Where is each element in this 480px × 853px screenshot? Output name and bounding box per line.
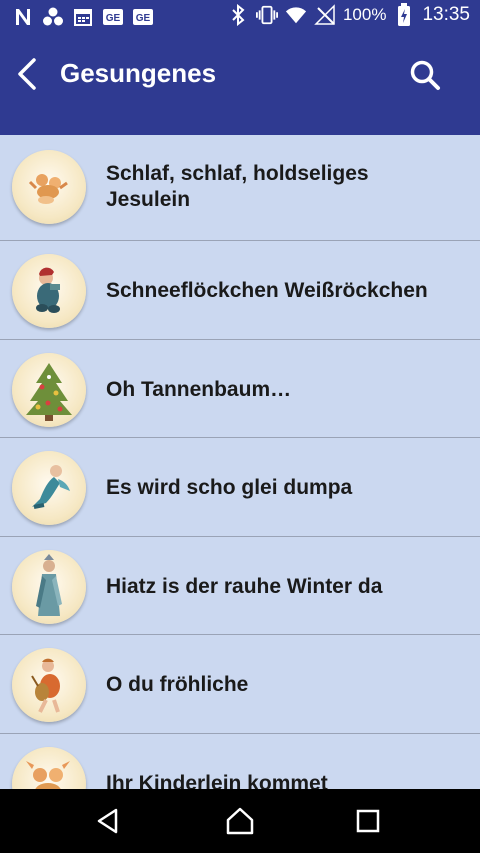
song-title: Es wird scho glei dumpa xyxy=(106,476,353,499)
list-item[interactable]: Schneeflöckchen Weißröckchen xyxy=(0,241,480,340)
song-list[interactable]: Schlaf, schlaf, holdseliges Jesulein Sch… xyxy=(0,135,480,789)
status-right: 100% 13:35 xyxy=(227,3,470,26)
status-bar: GE GE 100% 13:35 xyxy=(0,0,480,34)
song-title: Ihr Kinderlein kommet xyxy=(106,771,328,790)
clock: 13:35 xyxy=(422,4,470,25)
list-item[interactable]: O du fröhliche xyxy=(0,635,480,734)
nav-recents-button[interactable] xyxy=(346,801,390,841)
ge-icon: GE xyxy=(102,6,124,28)
battery-charging-icon xyxy=(393,3,415,26)
page-title: Gesungenes xyxy=(60,58,217,88)
song-title-line1: Schlaf, schlaf, holdseliges xyxy=(106,162,369,185)
song-title: O du fröhliche xyxy=(106,673,249,696)
child-in-snow-thumbnail xyxy=(12,254,86,328)
angel-with-lute-thumbnail xyxy=(12,648,86,722)
list-item[interactable]: Schlaf, schlaf, holdseliges Jesulein xyxy=(0,135,480,241)
cherubs-thumbnail xyxy=(12,746,86,789)
navigation-bar xyxy=(0,789,480,853)
list-item[interactable]: Hiatz is der rauhe Winter da xyxy=(0,536,480,635)
battery-percent: 100% xyxy=(342,5,387,24)
status-left: GE GE xyxy=(12,6,154,28)
ge-icon: GE xyxy=(132,6,154,28)
list-item[interactable]: Ihr Kinderlein kommet xyxy=(0,733,480,790)
app-bar: Gesungenes xyxy=(0,34,480,135)
christmas-tree-thumbnail xyxy=(12,352,86,427)
back-arrow-icon xyxy=(18,58,36,90)
recents-icon xyxy=(356,809,380,833)
svg-text:GE: GE xyxy=(136,13,151,24)
song-title: Schlaf, schlaf, holdseliges Jesulein xyxy=(106,161,450,213)
cherubs-thumbnail xyxy=(12,150,86,224)
song-title: Schneeflöckchen Weißröckchen xyxy=(106,279,428,302)
search-button[interactable] xyxy=(404,54,446,96)
app-cluster-icon xyxy=(42,6,64,28)
home-icon xyxy=(226,807,254,835)
calendar-icon xyxy=(72,6,94,28)
back-button[interactable] xyxy=(10,54,46,94)
back-triangle-icon xyxy=(97,808,118,834)
svg-text:GE: GE xyxy=(106,13,121,24)
song-title-line2: Jesulein xyxy=(106,188,191,211)
bluetooth-icon xyxy=(227,4,249,26)
list-item[interactable]: Oh Tannenbaum… xyxy=(0,339,480,438)
song-title: Hiatz is der rauhe Winter da xyxy=(106,574,383,598)
nav-back-button[interactable] xyxy=(86,801,130,841)
list-item[interactable]: Es wird scho glei dumpa xyxy=(0,438,480,537)
song-title: Oh Tannenbaum… xyxy=(106,377,292,401)
search-icon xyxy=(410,60,440,90)
screen: GE GE 100% 13:35 Gesungenes Schlaf, schl… xyxy=(0,0,480,853)
nav-home-button[interactable] xyxy=(218,801,262,841)
vibrate-icon xyxy=(255,4,278,26)
flying-angel-thumbnail xyxy=(12,451,86,525)
notification-n-icon xyxy=(12,6,34,28)
standing-figure-thumbnail xyxy=(12,549,86,624)
wifi-icon xyxy=(285,4,307,26)
no-signal-icon xyxy=(314,4,336,26)
